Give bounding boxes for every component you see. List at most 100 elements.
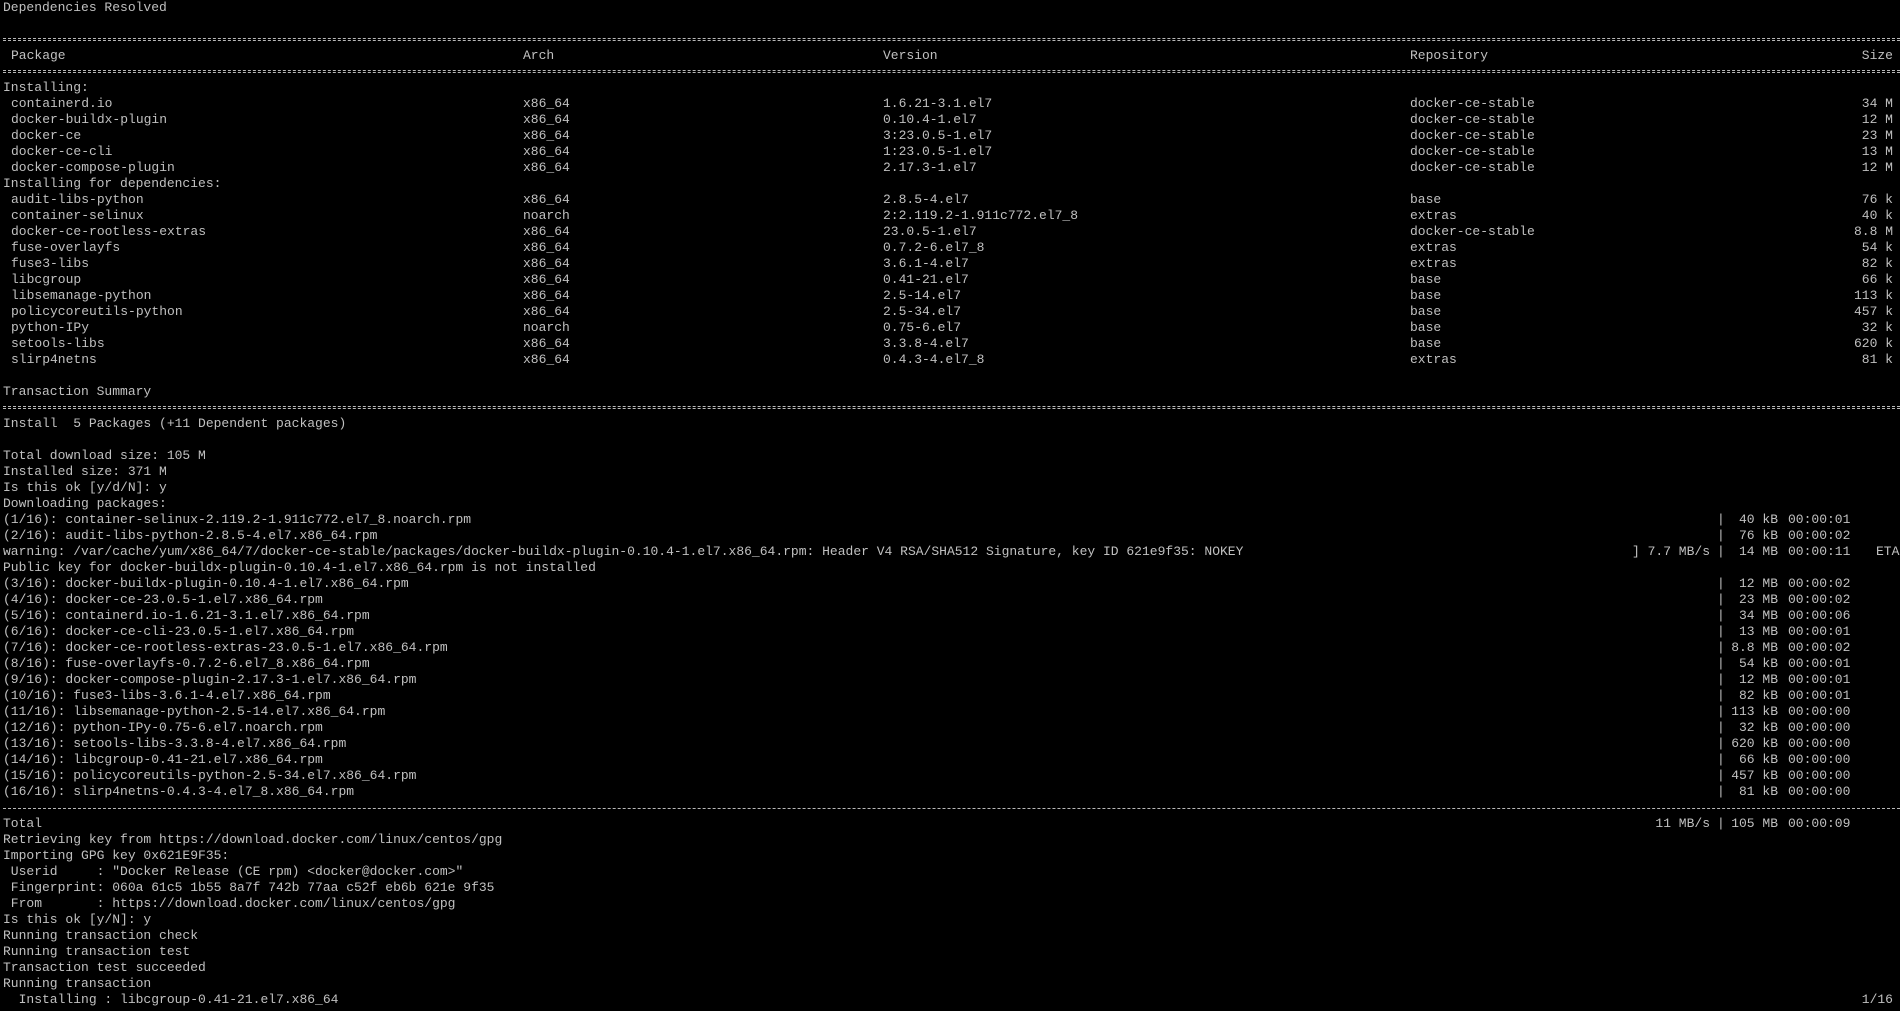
package-row: fuse3-libs x86_64 3.6.1-4.el7 extras 82 k [0,256,1900,272]
gpg-fingerprint-line: Fingerprint: 060a 61c5 1b55 8a7f 742b 77… [3,880,495,895]
package-repository: extras [1410,240,1457,255]
download-name: (14/16): libcgroup-0.41-21.el7.x86_64.rp… [3,752,323,767]
installing-table: containerd.io x86_64 1.6.21-3.1.el7 docker-… [0,96,1900,176]
download-row: (3/16): docker-buildx-plugin-0.10.4-1.el… [0,576,1900,592]
package-arch: x86_64 [523,160,570,175]
download-time: 00:00:00 [1788,784,1851,799]
download-list-2: (3/16): docker-buildx-plugin-0.10.4-1.el… [0,576,1900,800]
download-time: 00:00:02 [1788,528,1851,543]
retrieving-key-line: Retrieving key from https://download.doc… [3,832,503,847]
package-row: docker-ce-rootless-extras x86_64 23.0.5-1.… [0,224,1900,240]
download-row: (7/16): docker-ce-rootless-extras-23.0.5… [0,640,1900,656]
download-row: (9/16): docker-compose-plugin-2.17.3-1.e… [0,672,1900,688]
package-row: containerd.io x86_64 1.6.21-3.1.el7 docker-… [0,96,1900,112]
table-header-rule [3,64,1900,80]
total-time: 00:00:09 [1788,816,1851,831]
package-name: docker-ce-rootless-extras [11,224,207,239]
package-version: 2.5-34.el7 [883,304,962,319]
download-time: 00:00:01 [1788,656,1851,671]
download-separator: | [1717,736,1725,751]
package-arch: x86_64 [523,96,570,111]
download-separator: | [1717,752,1725,767]
download-separator: | [1717,608,1725,623]
download-time: 00:00:02 [1788,576,1851,591]
download-row: (12/16): python-IPy-0.75-6.el7.noarch.rp… [0,720,1900,736]
download-name: (9/16): docker-compose-plugin-2.17.3-1.e… [3,672,417,687]
download-separator: | [1717,784,1725,799]
package-version: 0.7.2-6.el7_8 [883,240,985,255]
package-arch: x86_64 [523,288,570,303]
package-name: docker-ce-cli [11,144,113,159]
terminal-window[interactable]: Dependencies Resolved Package Arch Versi… [0,0,1900,1011]
download-size: 13 MB [1738,624,1778,639]
download-time: 00:00:01 [1788,512,1851,527]
download-size: 66 kB [1738,752,1778,767]
table-top-rule [3,32,1900,48]
package-size: 76 k [1861,192,1893,207]
package-repository: base [1410,192,1442,207]
download-row: (14/16): libcgroup-0.41-21.el7.x86_64.rp… [0,752,1900,768]
download-name: (4/16): docker-ce-23.0.5-1.el7.x86_64.rp… [3,592,323,607]
package-version: 0.4.3-4.el7_8 [883,352,985,367]
transaction-test-line: Running transaction test [3,944,191,959]
package-row: audit-libs-python x86_64 2.8.5-4.el7 base 76… [0,192,1900,208]
package-name: fuse3-libs [11,256,90,271]
download-name: (16/16): slirp4netns-0.4.3-4.el7_8.x86_6… [3,784,355,799]
download-separator: | [1717,672,1725,687]
package-name: python-IPy [11,320,90,335]
total-label: Total [3,816,43,831]
package-version: 2.8.5-4.el7 [883,192,969,207]
package-size: 82 k [1861,256,1893,271]
package-version: 3:23.0.5-1.el7 [883,128,993,143]
total-size: 105 MB [1731,816,1778,831]
package-version: 3.6.1-4.el7 [883,256,969,271]
download-time: 00:00:00 [1788,720,1851,735]
header-arch: Arch [523,48,555,63]
download-separator: | [1717,592,1725,607]
installing-progress-counter: 1/16 [1861,992,1893,1007]
download-size: 620 kB [1731,736,1778,751]
package-repository: docker-ce-stable [1410,224,1535,239]
package-size: 457 k [1853,304,1893,319]
download-name: (11/16): libsemanage-python-2.5-14.el7.x… [3,704,386,719]
package-name: libcgroup [11,272,82,287]
download-row: (4/16): docker-ce-23.0.5-1.el7.x86_64.rp… [0,592,1900,608]
download-row: (13/16): setools-libs-3.3.8-4.el7.x86_64… [0,736,1900,752]
download-name: (15/16): policycoreutils-python-2.5-34.e… [3,768,417,783]
package-row: libcgroup x86_64 0.41-21.el7 base 66 k [0,272,1900,288]
download-separator: | [1717,704,1725,719]
download-size: 457 kB [1731,768,1778,783]
installed-size: Installed size: 371 M [3,464,167,479]
package-name: docker-ce [11,128,82,143]
dependencies-table: audit-libs-python x86_64 2.8.5-4.el7 base 76… [0,192,1900,368]
package-size: 54 k [1861,240,1893,255]
package-row: container-selinux noarch 2:2.119.2-1.911c7… [0,208,1900,224]
download-separator: | [1717,544,1725,559]
download-size: 14 MB [1738,544,1778,559]
package-repository: docker-ce-stable [1410,128,1535,143]
download-name: (2/16): audit-libs-python-2.8.5-4.el7.x8… [3,528,378,543]
installing-section-label: Installing: [3,80,89,95]
total-rule [3,800,1900,816]
download-row: (11/16): libsemanage-python-2.5-14.el7.x… [0,704,1900,720]
package-size: 620 k [1853,336,1893,351]
package-row: docker-compose-plugin x86_64 2.17.3-1.el7 d… [0,160,1900,176]
package-repository: extras [1410,352,1457,367]
package-arch: x86_64 [523,192,570,207]
download-size: 81 kB [1738,784,1778,799]
package-name: setools-libs [11,336,105,351]
download-size: 76 kB [1738,528,1778,543]
download-time: 00:00:00 [1788,704,1851,719]
package-arch: x86_64 [523,224,570,239]
download-size: 8.8 MB [1731,640,1778,655]
package-arch: x86_64 [523,144,570,159]
package-repository: base [1410,304,1442,319]
package-size: 81 k [1861,352,1893,367]
package-row: python-IPy noarch 0.75-6.el7 base 32 k [0,320,1900,336]
total-rate: 11 MB/s [1655,816,1710,831]
package-name: libsemanage-python [11,288,152,303]
package-name: containerd.io [11,96,113,111]
download-size: 54 kB [1738,656,1778,671]
